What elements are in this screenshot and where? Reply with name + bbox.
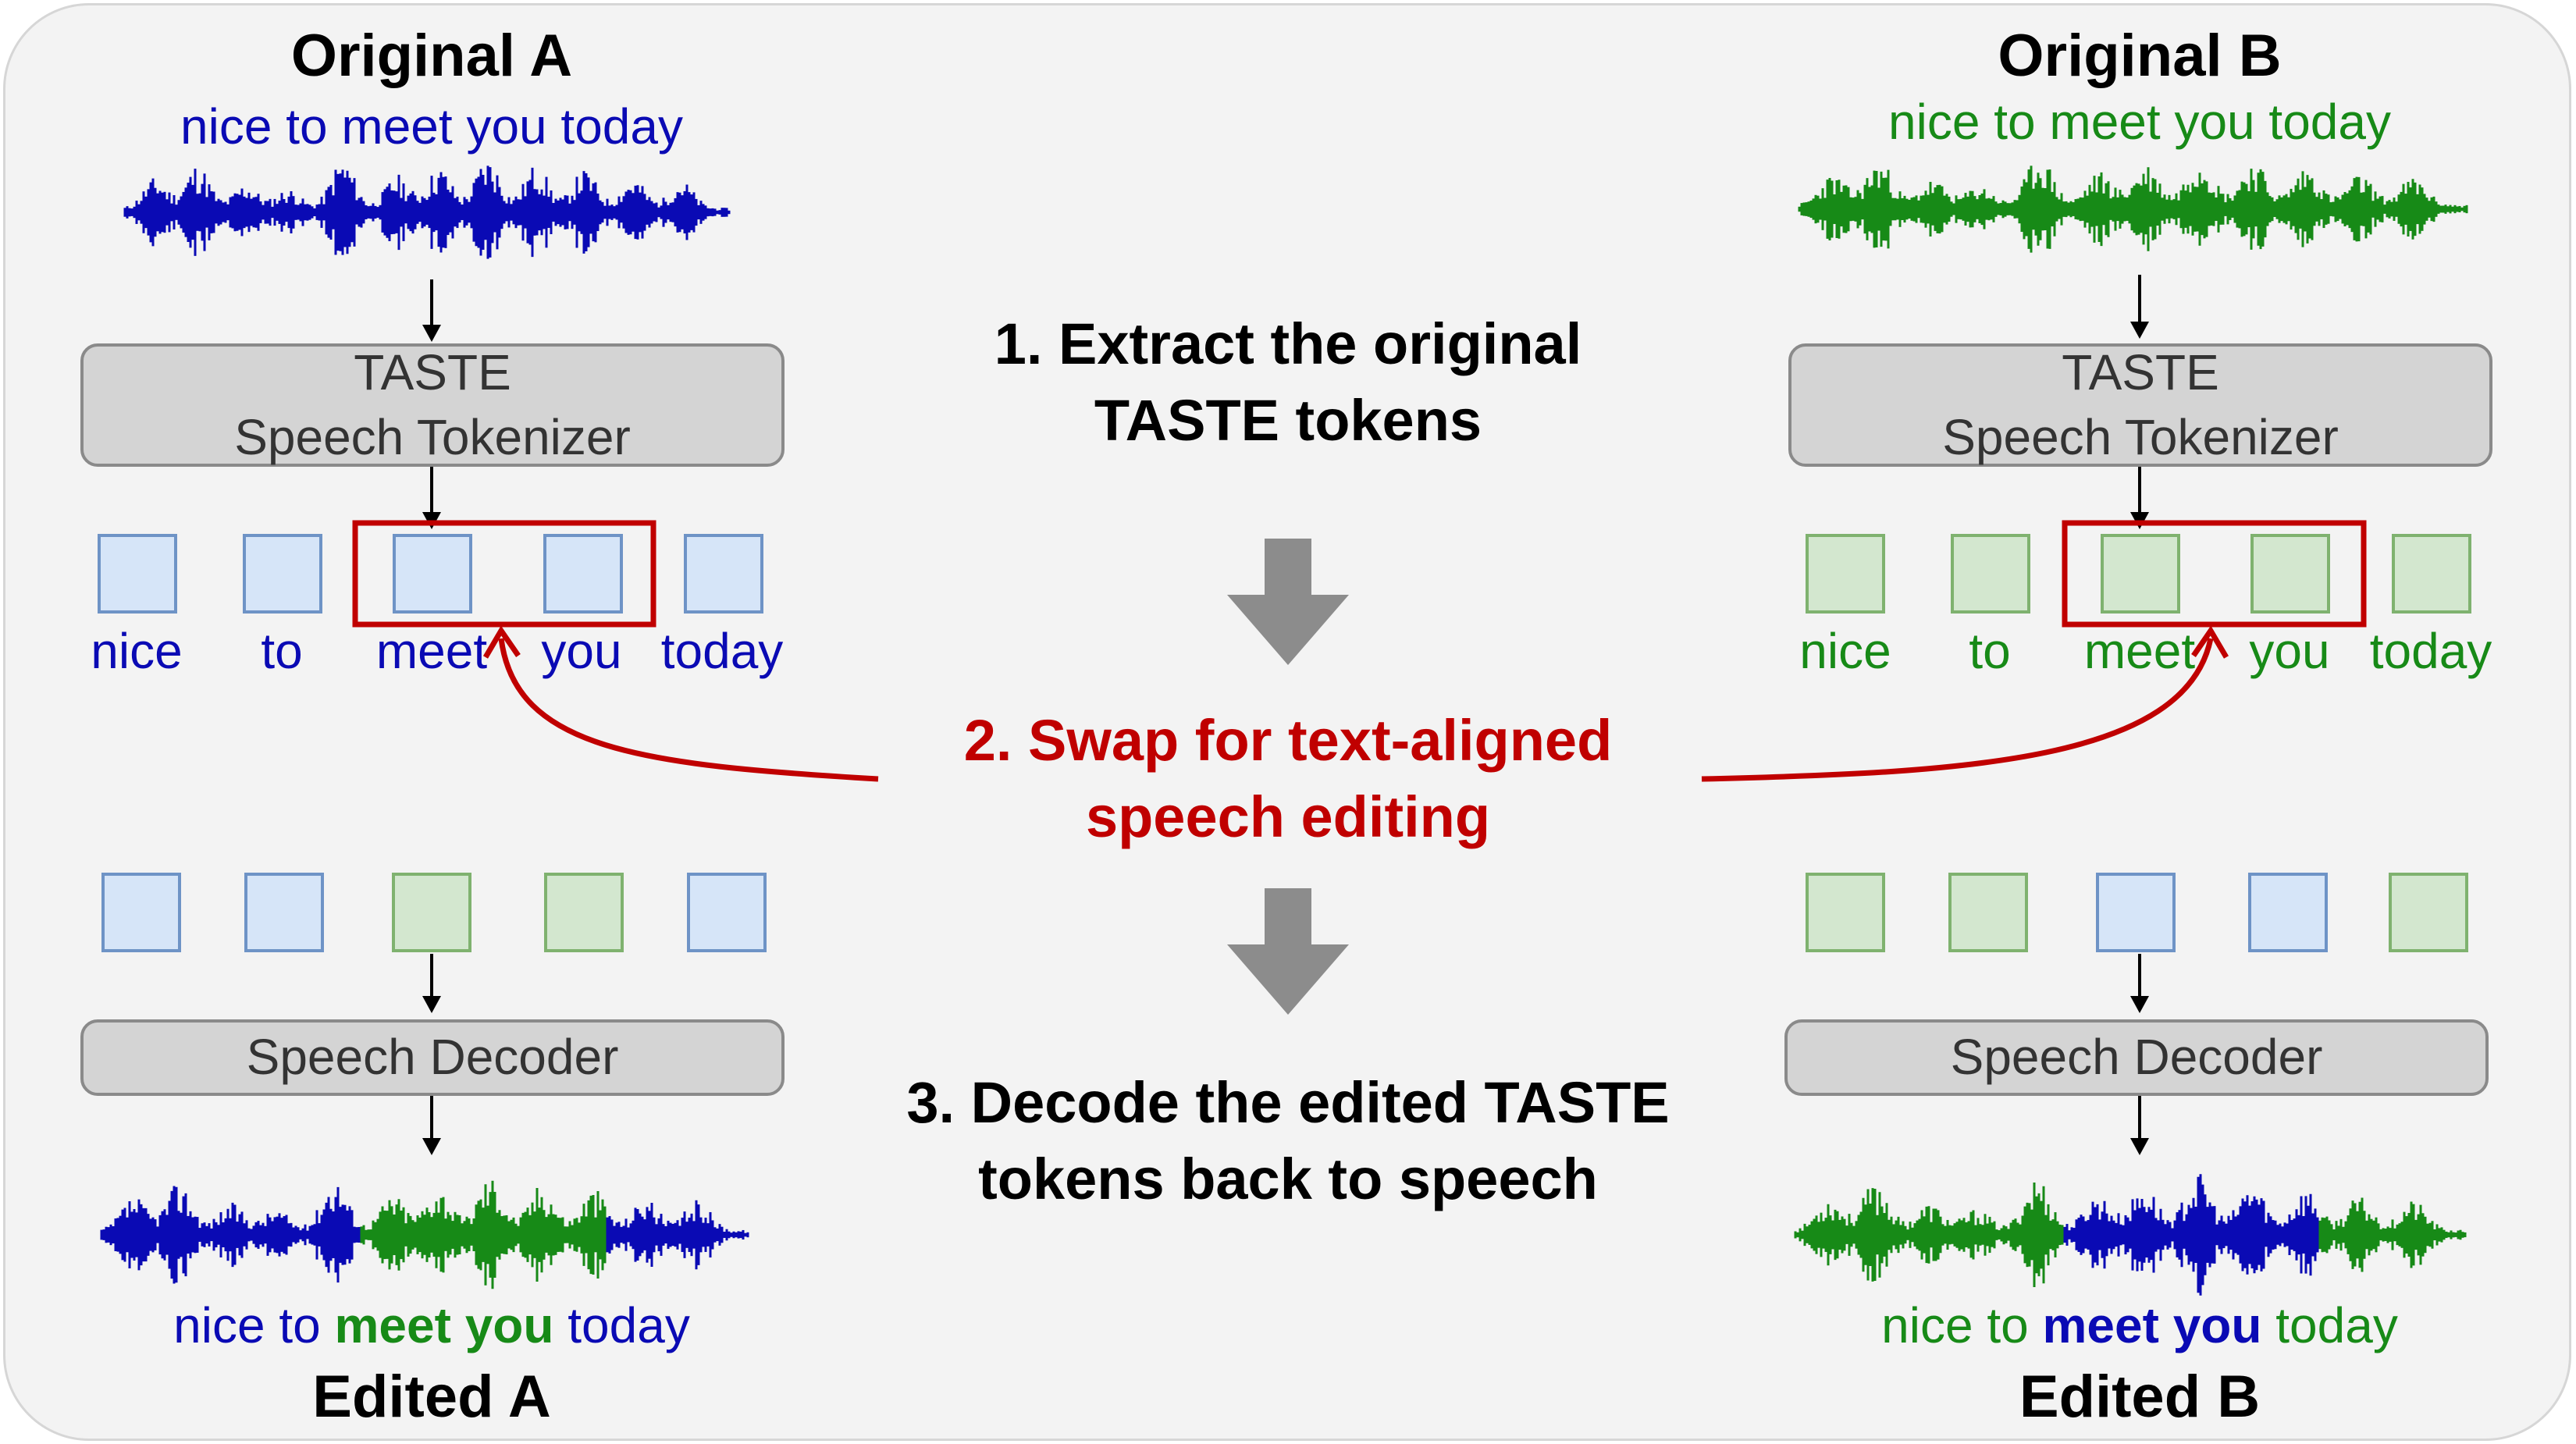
original-a-title: Original A	[290, 23, 573, 89]
token-a-label-2: to	[261, 623, 303, 679]
step-3-line-2: tokens back to speech	[978, 1146, 1598, 1211]
original-a-transcript: nice to meet you today	[180, 98, 683, 155]
token-a-1	[98, 534, 177, 614]
step-1-line-1: 1. Extract the original	[994, 311, 1582, 376]
token-b-2	[1951, 534, 2030, 614]
token-a-label-4: you	[541, 623, 622, 679]
gray-down-arrow-1	[1227, 539, 1349, 665]
edited-token-b-2	[1948, 873, 2028, 952]
edited-token-b-4	[2248, 873, 2328, 952]
token-b-label-2: to	[1969, 623, 2011, 679]
step-3-text: 3. Decode the edited TASTE tokens back t…	[906, 1065, 1669, 1217]
tokenizer-label-b: Speech Tokenizer	[1942, 409, 2339, 465]
step-3-line-1: 3. Decode the edited TASTE	[906, 1070, 1670, 1135]
decoder-label-b: Speech Decoder	[1950, 1029, 2323, 1086]
tokenizer-name-b: TASTE	[2062, 343, 2219, 400]
token-a-label-3: meet	[375, 623, 488, 679]
edited-b-swapped: meet you	[2042, 1297, 2262, 1353]
decoder-box-b: Speech Decoder	[1784, 1019, 2489, 1096]
step-2-line-1: 2. Swap for text-aligned	[963, 708, 1613, 773]
token-b-1	[1806, 534, 1885, 614]
step-2-text: 2. Swap for text-aligned speech editing	[964, 702, 1613, 855]
original-b-title: Original B	[1998, 23, 2282, 89]
step-2-line-2: speech editing	[1085, 784, 1491, 849]
token-b-label-3: meet	[2083, 623, 2196, 679]
edited-b-transcript: nice to meet you today	[1881, 1300, 2398, 1350]
token-b-5	[2392, 534, 2471, 614]
edited-a-transcript: nice to meet you today	[173, 1300, 690, 1350]
token-a-label-5: today	[660, 623, 784, 679]
edited-a-title: Edited A	[312, 1364, 551, 1430]
token-a-5	[684, 534, 763, 614]
edited-token-a-4	[544, 873, 624, 952]
token-a-3	[393, 534, 472, 614]
edited-a-swapped: meet you	[334, 1297, 554, 1353]
tokenizer-name-a: TASTE	[354, 343, 511, 400]
diagram-canvas: Original A nice to meet you today TASTE …	[0, 0, 2576, 1444]
edited-token-a-5	[687, 873, 767, 952]
decoder-label-a: Speech Decoder	[246, 1029, 619, 1086]
edited-token-a-3	[392, 873, 471, 952]
tokenizer-label-a: Speech Tokenizer	[234, 409, 631, 465]
step-1-text: 1. Extract the original TASTE tokens	[994, 306, 1582, 458]
token-a-2	[243, 534, 322, 614]
gray-down-arrow-2	[1227, 888, 1349, 1015]
edited-token-a-1	[101, 873, 181, 952]
edited-b-post: today	[2275, 1297, 2398, 1353]
edited-token-b-1	[1806, 873, 1885, 952]
waveform-original-a	[123, 165, 731, 259]
waveform-original-b	[1798, 165, 2468, 253]
edited-b-pre: nice to	[1881, 1297, 2029, 1353]
token-b-label-5: today	[2369, 623, 2492, 679]
tokenizer-box-b: TASTE Speech Tokenizer	[1788, 343, 2492, 467]
tokenizer-box-a: TASTE Speech Tokenizer	[80, 343, 785, 467]
edited-a-post: today	[568, 1297, 690, 1353]
original-b-transcript: nice to meet you today	[1888, 94, 2391, 150]
decoder-box-a: Speech Decoder	[80, 1019, 785, 1096]
token-a-label-1: nice	[91, 623, 183, 679]
edited-token-a-2	[244, 873, 324, 952]
token-b-label-4: you	[2249, 623, 2330, 679]
token-b-3	[2101, 534, 2180, 614]
edited-token-b-3	[2096, 873, 2176, 952]
waveform-edited-b	[1794, 1174, 2467, 1296]
token-b-4	[2250, 534, 2330, 614]
waveform-edited-a	[100, 1180, 749, 1289]
step-1-line-2: TASTE tokens	[1094, 387, 1482, 453]
edited-token-b-5	[2389, 873, 2468, 952]
edited-b-title: Edited B	[2019, 1364, 2261, 1430]
token-b-label-1: nice	[1799, 623, 1891, 679]
edited-a-pre: nice to	[173, 1297, 321, 1353]
token-a-4	[543, 534, 623, 614]
